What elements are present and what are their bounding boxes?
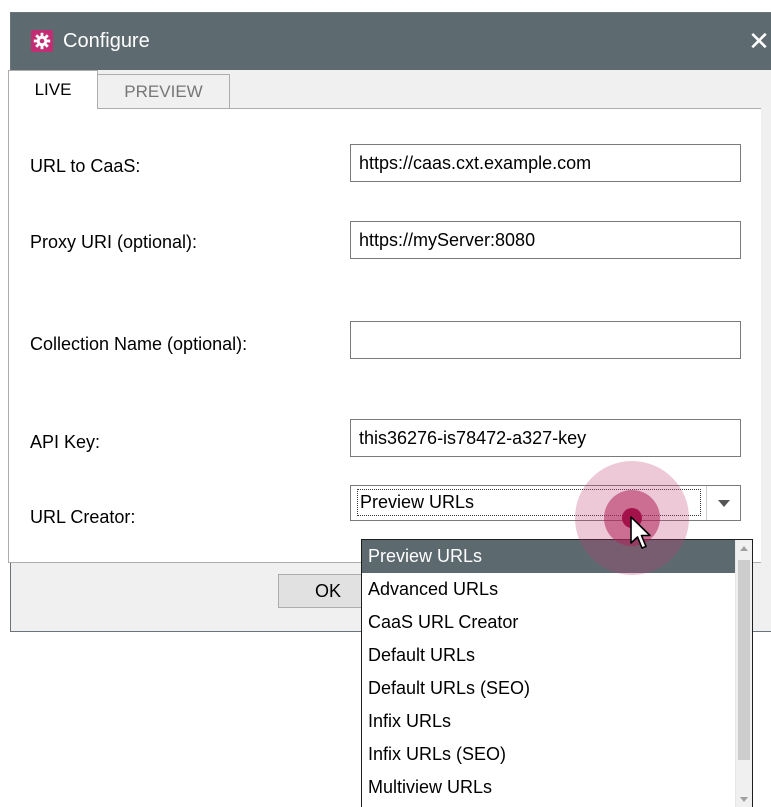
url-creator-dropdown: Preview URLs Advanced URLs CaaS URL Crea… (361, 539, 753, 807)
dropdown-item[interactable]: Advanced URLs (362, 573, 736, 606)
chevron-down-icon[interactable] (706, 486, 740, 520)
apikey-input[interactable] (350, 419, 741, 457)
collection-label: Collection Name (optional): (30, 334, 248, 354)
url-input[interactable] (350, 144, 741, 182)
dropdown-item[interactable]: Default URLs (SEO) (362, 672, 736, 705)
dropdown-item[interactable]: Infix URLs (SEO) (362, 738, 736, 771)
mouse-cursor-icon (630, 516, 654, 557)
apikey-label: API Key: (30, 432, 101, 452)
close-icon[interactable]: ✕ (744, 27, 771, 55)
dropdown-scrollbar[interactable] (735, 540, 752, 807)
dropdown-item[interactable]: CaaS URL Creator (362, 606, 736, 639)
scroll-up-icon[interactable] (736, 540, 752, 557)
url-creator-label: URL Creator: (30, 507, 136, 527)
window-title: Configure (63, 30, 150, 52)
proxy-label: Proxy URI (optional): (30, 232, 198, 252)
tab-preview[interactable]: PREVIEW (98, 74, 230, 109)
proxy-input[interactable] (350, 221, 741, 259)
url-label: URL to CaaS: (30, 156, 141, 176)
gear-icon (31, 30, 53, 52)
collection-input[interactable] (350, 321, 741, 359)
title-bar[interactable]: Configure ✕ (11, 13, 771, 70)
dropdown-item[interactable]: Default URLs (362, 639, 736, 672)
dropdown-item[interactable]: Multiview URLs (362, 771, 736, 804)
dropdown-item[interactable]: Infix URLs (362, 705, 736, 738)
scroll-thumb[interactable] (738, 560, 750, 760)
tab-live[interactable]: LIVE (8, 70, 98, 109)
scroll-down-icon[interactable] (736, 791, 752, 807)
